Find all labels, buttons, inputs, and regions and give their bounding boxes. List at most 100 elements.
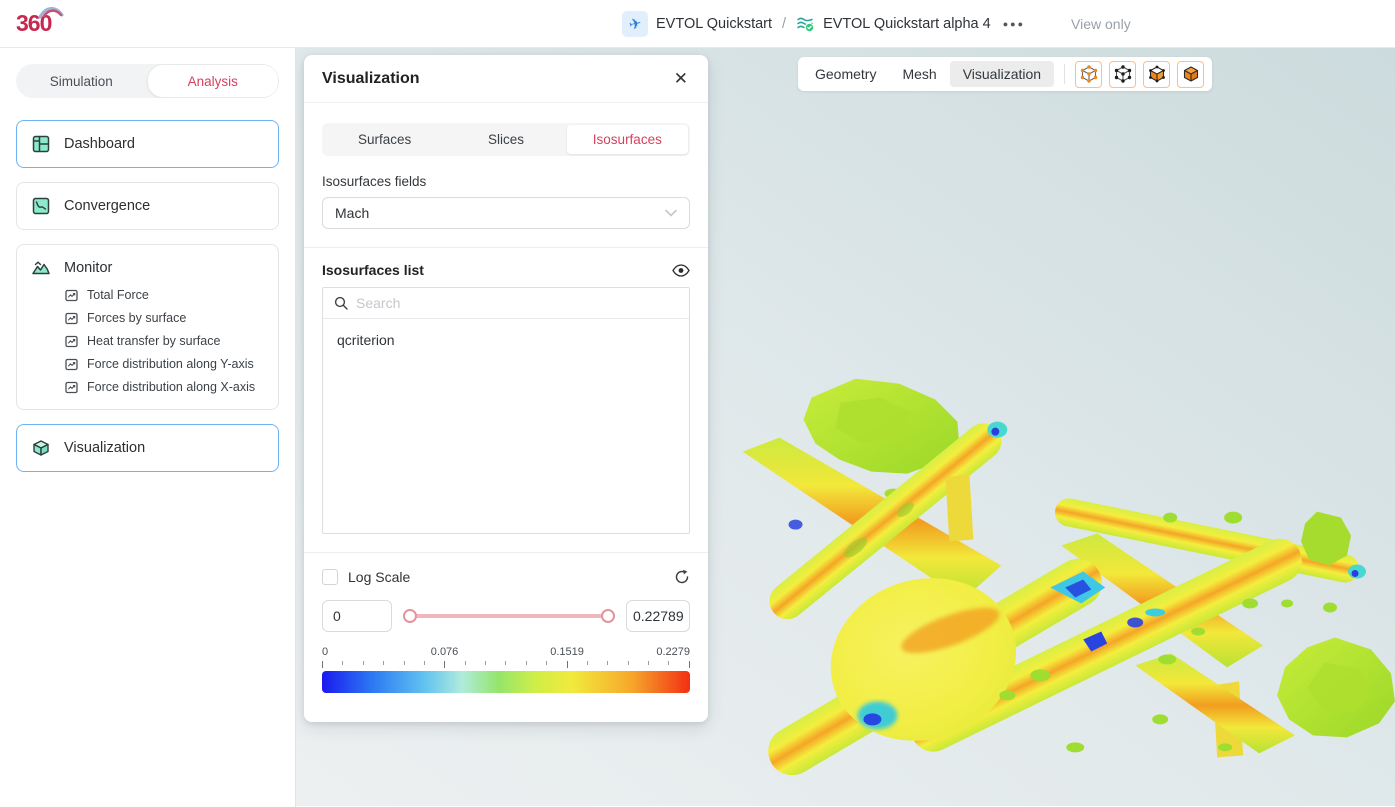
monitor-subitem-label: Forces by surface: [87, 311, 186, 325]
reset-range-button[interactable]: [674, 569, 690, 585]
breadcrumb-separator: /: [780, 16, 788, 32]
sidebar-item-convergence[interactable]: Convergence: [16, 182, 279, 230]
monitor-subitem-label: Force distribution along Y-axis: [87, 357, 254, 371]
range-max-input[interactable]: [626, 600, 690, 632]
sidebar-item-label: Monitor: [64, 260, 112, 276]
colorbar: 0 0.076 0.1519 0.2279: [322, 646, 690, 693]
wireframe-cube-icon: [1079, 64, 1099, 84]
colorbar-tick-labels: 0 0.076 0.1519 0.2279: [322, 646, 690, 659]
breadcrumb-project[interactable]: EVTOL Quickstart: [656, 16, 772, 32]
tick-label: 0.2279: [656, 646, 690, 658]
sidebar-item-label: Dashboard: [64, 136, 135, 152]
refresh-icon: [674, 569, 690, 585]
close-icon[interactable]: ✕: [672, 68, 690, 89]
left-sidebar: Simulation Analysis Dashboard Convergenc…: [0, 48, 296, 807]
view-only-badge: View only: [1071, 16, 1131, 32]
panel-title: Visualization: [322, 70, 420, 88]
tab-analysis[interactable]: Analysis: [147, 64, 280, 98]
eye-icon: [672, 264, 690, 277]
monitor-subitem-label: Heat transfer by surface: [87, 334, 220, 348]
monitor-subitem-label: Force distribution along X-axis: [87, 380, 255, 394]
tab-visualization[interactable]: Visualization: [950, 61, 1054, 87]
list-item-qcriterion[interactable]: qcriterion: [323, 319, 689, 361]
tab-surfaces[interactable]: Surfaces: [324, 125, 445, 154]
range-slider[interactable]: [404, 609, 614, 623]
panel-tabs: Surfaces Slices Isosurfaces: [322, 123, 690, 156]
tab-slices[interactable]: Slices: [445, 125, 566, 154]
sidebar-item-label: Convergence: [64, 198, 150, 214]
slider-handle-min[interactable]: [403, 609, 417, 623]
sidebar-item-label: Visualization: [64, 440, 145, 456]
tick-label: 0.076: [431, 646, 459, 658]
viewport-canvas[interactable]: Geometry Mesh Visualization: [296, 48, 1395, 807]
tab-mesh[interactable]: Mesh: [889, 61, 949, 87]
shaded-wireframe-view-button[interactable]: [1143, 61, 1170, 88]
breadcrumb-case[interactable]: EVTOL Quickstart alpha 4: [823, 16, 991, 32]
isosurfaces-fields-label: Isosurfaces fields: [322, 174, 690, 189]
toggle-visibility-button[interactable]: [672, 264, 690, 277]
solid-view-button[interactable]: [1177, 61, 1204, 88]
chevron-down-icon: [665, 209, 677, 217]
project-plane-icon: ✈: [622, 11, 648, 37]
search-row: [323, 288, 689, 319]
solid-cube-icon: [1181, 64, 1201, 84]
mode-switcher: Simulation Analysis: [16, 64, 279, 98]
panel-header: Visualization ✕: [304, 55, 708, 103]
slider-track: [410, 614, 608, 618]
isosurfaces-list-label: Isosurfaces list: [322, 262, 424, 278]
toolbar-divider: [1064, 64, 1065, 84]
app-logo[interactable]: 360: [16, 10, 51, 37]
monitor-subitem-forces-by-surface[interactable]: Forces by surface: [65, 311, 264, 325]
tick-label: 0: [322, 646, 328, 658]
tab-simulation[interactable]: Simulation: [16, 64, 147, 98]
monitor-icon: [31, 258, 51, 278]
search-input[interactable]: [356, 295, 678, 311]
shaded-wireframe-cube-icon: [1147, 64, 1167, 84]
section-divider: [304, 247, 708, 248]
convergence-icon: [31, 196, 51, 216]
breadcrumb: ✈ EVTOL Quickstart / EVTOL Quickstart al…: [622, 0, 1131, 48]
sidebar-item-monitor[interactable]: Monitor Total Force Forces by surface: [16, 244, 279, 410]
monitor-subitems: Total Force Forces by surface Heat trans…: [65, 288, 264, 394]
visualization-cube-icon: [31, 438, 51, 458]
monitor-subitem-force-dist-y[interactable]: Force distribution along Y-axis: [65, 357, 264, 371]
colorbar-gradient: [322, 671, 690, 693]
isosurfaces-field-select[interactable]: Mach: [322, 197, 690, 229]
logo-swoosh-icon: [38, 4, 64, 20]
points-cube-icon: [1113, 64, 1133, 84]
range-controls: [322, 600, 690, 632]
log-scale-label: Log Scale: [348, 569, 410, 585]
sidebar-item-visualization[interactable]: Visualization: [16, 424, 279, 472]
viewport-toolbar: Geometry Mesh Visualization: [798, 57, 1212, 91]
slider-handle-max[interactable]: [601, 609, 615, 623]
top-bar: 360 ✈ EVTOL Quickstart / EVTOL Quickstar…: [0, 0, 1395, 48]
view-mode-buttons: [1075, 61, 1204, 88]
chart-icon: [65, 335, 78, 348]
chart-icon: [65, 381, 78, 394]
section-divider: [304, 552, 708, 553]
isosurfaces-listbox: qcriterion: [322, 287, 690, 534]
visualization-panel: Visualization ✕ Surfaces Slices Isosurfa…: [304, 55, 708, 722]
more-menu-icon[interactable]: ●●●: [999, 17, 1029, 31]
tab-geometry[interactable]: Geometry: [802, 61, 889, 87]
dashboard-icon: [31, 134, 51, 154]
log-scale-checkbox[interactable]: [322, 569, 338, 585]
case-waves-icon: [796, 15, 815, 33]
colorbar-ticks: [322, 661, 690, 670]
tab-isosurfaces[interactable]: Isosurfaces: [567, 125, 688, 154]
monitor-subitem-total-force[interactable]: Total Force: [65, 288, 264, 302]
monitor-subitem-heat-transfer[interactable]: Heat transfer by surface: [65, 334, 264, 348]
chart-icon: [65, 289, 78, 302]
points-view-button[interactable]: [1109, 61, 1136, 88]
select-value: Mach: [335, 205, 369, 221]
search-icon: [334, 296, 348, 310]
range-min-input[interactable]: [322, 600, 392, 632]
monitor-subitem-force-dist-x[interactable]: Force distribution along X-axis: [65, 380, 264, 394]
monitor-subitem-label: Total Force: [87, 288, 149, 302]
chart-icon: [65, 312, 78, 325]
isosurfaces-list: qcriterion: [323, 319, 689, 533]
wireframe-view-button[interactable]: [1075, 61, 1102, 88]
sidebar-item-dashboard[interactable]: Dashboard: [16, 120, 279, 168]
chart-icon: [65, 358, 78, 371]
tick-label: 0.1519: [550, 646, 584, 658]
